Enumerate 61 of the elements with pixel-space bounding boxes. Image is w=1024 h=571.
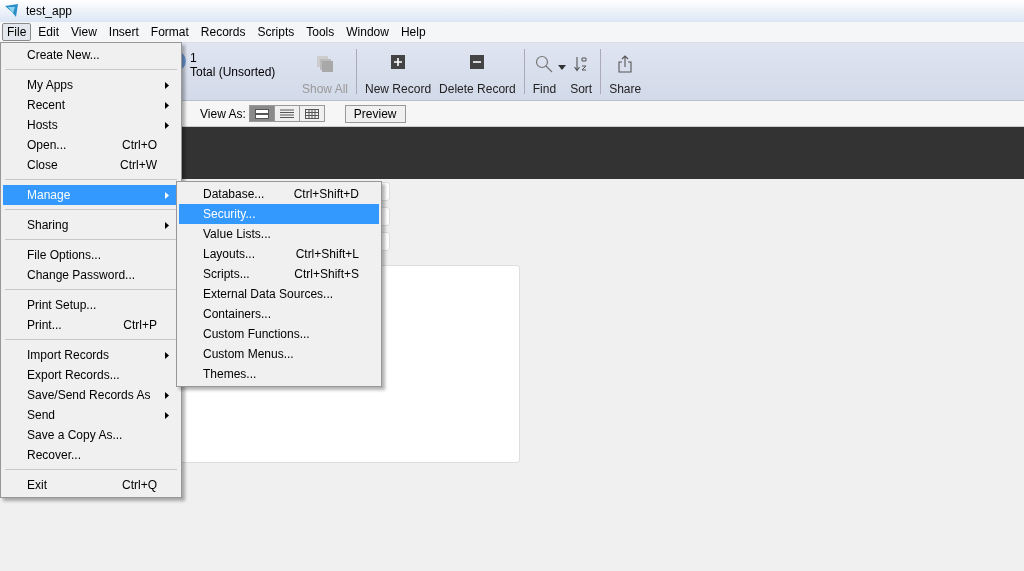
menu-bar-item[interactable]: View [66, 23, 102, 41]
menu-item[interactable]: Print Setup... [3, 295, 179, 315]
toolbar-button[interactable]: New Record [361, 43, 436, 100]
toolbar-button[interactable]: Share [605, 43, 646, 100]
menu-item[interactable]: Value Lists... [179, 224, 379, 244]
view-button[interactable] [248, 105, 275, 122]
menu-item[interactable]: Custom Menus... [179, 344, 379, 364]
menu-item[interactable]: Custom Functions... [179, 324, 379, 344]
menu-bar-item[interactable]: File [2, 23, 32, 41]
menu-item[interactable]: Scripts... Ctrl+Shift+S [179, 264, 379, 284]
menu-bar-item[interactable]: Records [195, 23, 251, 41]
menu-item[interactable]: Save/Send Records As [3, 385, 179, 405]
menu-item[interactable]: File Options... [3, 245, 179, 265]
menu-bar-item[interactable]: Tools [301, 23, 340, 41]
record-status: Total (Unsorted) [190, 65, 276, 79]
plus-icon [391, 55, 406, 69]
minus-icon [470, 55, 485, 69]
menu-bar-item[interactable]: Edit [33, 23, 65, 41]
menu-bar-item[interactable]: Window [341, 23, 394, 41]
list-view-icon [279, 108, 294, 119]
menu-item[interactable]: Create New... [3, 45, 179, 65]
menu-item[interactable]: Import Records [3, 345, 179, 365]
caret-icon[interactable] [558, 65, 567, 70]
search-icon [535, 55, 554, 73]
form-view-icon [254, 108, 269, 119]
stacked-pages-icon [316, 55, 334, 73]
menu-item[interactable]: My Apps [3, 75, 179, 95]
menu-item[interactable]: Sharing [3, 215, 179, 235]
menu-bar-item[interactable]: Help [395, 23, 431, 41]
menu-bar-item[interactable]: Scripts [252, 23, 300, 41]
toolbar-button[interactable]: Find [528, 43, 561, 100]
view-as-label: View As: [200, 106, 246, 121]
menu-item[interactable]: Close Ctrl+W [3, 155, 179, 175]
menu-item[interactable]: Recent [3, 95, 179, 115]
preview-button[interactable]: Preview [344, 104, 406, 123]
menu-item[interactable]: Containers... [179, 304, 379, 324]
menu-item[interactable]: Send [3, 405, 179, 425]
toolbar-button[interactable]: Sort [566, 43, 597, 100]
share-icon [618, 55, 633, 73]
app-icon [4, 3, 20, 19]
menu-bar-item[interactable]: Insert [103, 23, 144, 41]
menu-bar-item[interactable]: Format [145, 23, 194, 41]
menu-item[interactable]: Export Records... [3, 365, 179, 385]
menu-item[interactable]: Change Password... [3, 265, 179, 285]
record-number: 1 [190, 51, 198, 65]
menu-item[interactable]: Exit Ctrl+Q [3, 475, 179, 495]
menu-item[interactable]: Open... Ctrl+O [3, 135, 179, 155]
table-view-icon [304, 108, 319, 119]
menu-item[interactable]: Recover... [3, 445, 179, 465]
menu-item[interactable]: Database... Ctrl+Shift+D [179, 184, 379, 204]
sort-icon [574, 55, 589, 73]
menu-item[interactable]: Hosts [3, 115, 179, 135]
menu-item[interactable]: External Data Sources... [179, 284, 379, 304]
toolbar-button[interactable]: Delete Record [435, 43, 520, 100]
view-button[interactable] [298, 105, 325, 122]
view-button[interactable] [273, 105, 300, 122]
menu-item[interactable]: Themes... [179, 364, 379, 384]
menu-item[interactable]: Layouts... Ctrl+Shift+L [179, 244, 379, 264]
window-title: test_app [26, 4, 73, 18]
menu-item[interactable]: Save a Copy As... [3, 425, 179, 445]
menu-item[interactable]: Print... Ctrl+P [3, 315, 179, 335]
